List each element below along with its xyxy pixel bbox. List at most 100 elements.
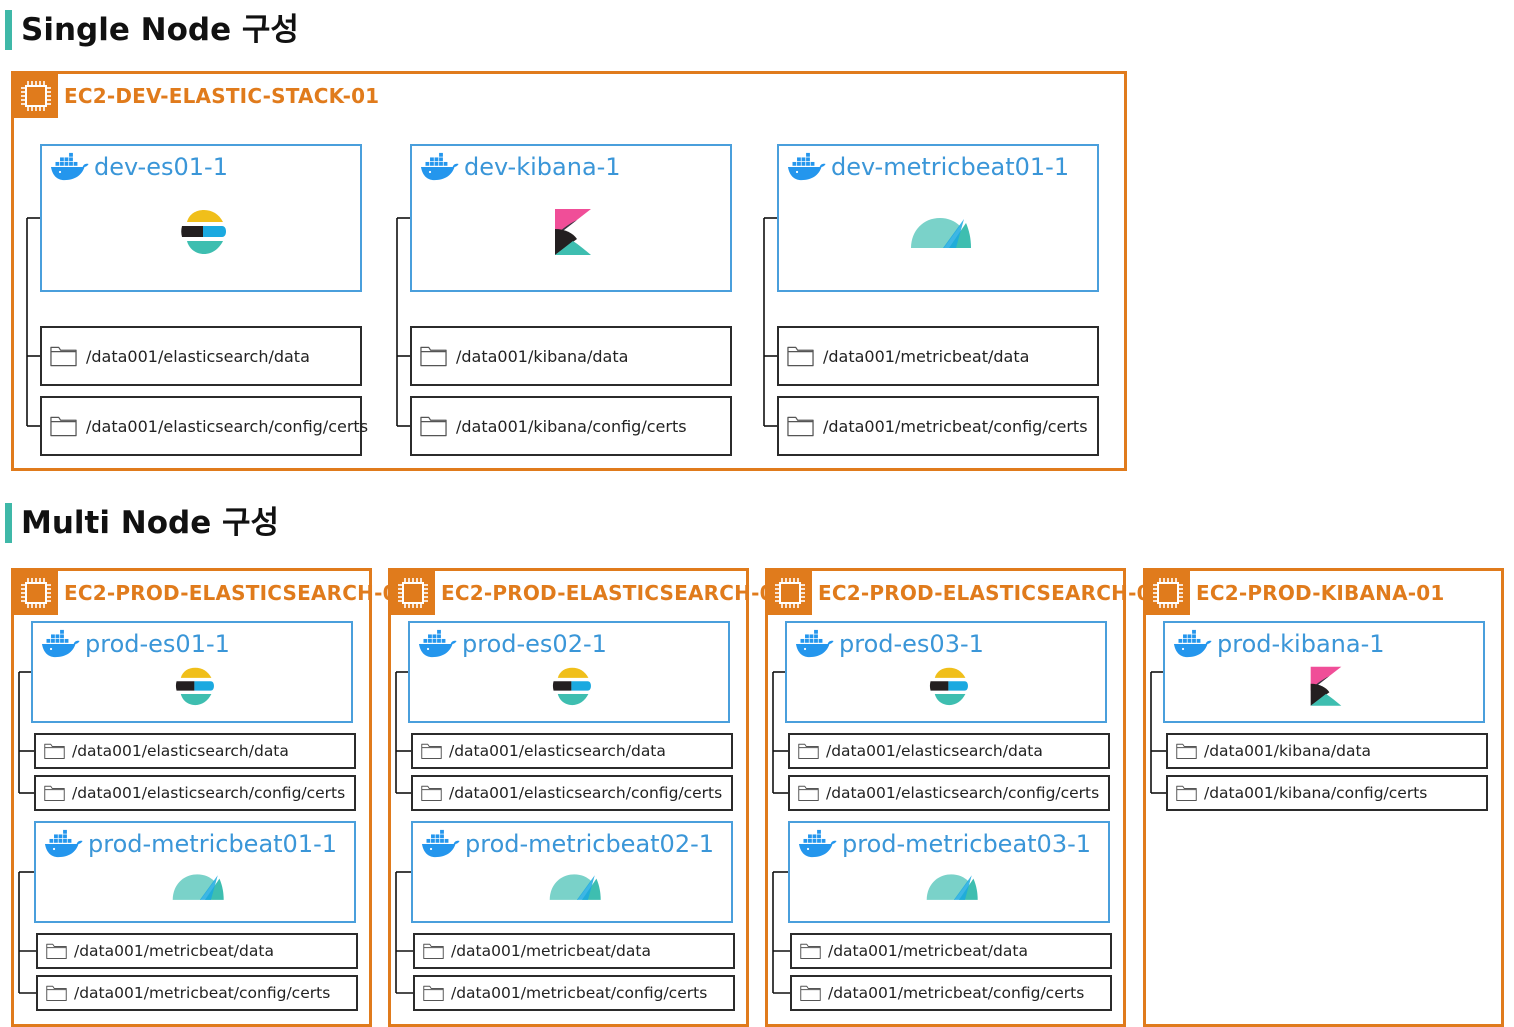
ec2-chip-icon	[1153, 578, 1183, 608]
docker-whale-icon	[418, 629, 457, 658]
container-logo	[553, 207, 593, 262]
kibana-icon	[1310, 666, 1342, 706]
docker-whale-icon	[44, 829, 83, 858]
docker-container: dev-metricbeat01-1	[777, 144, 1099, 292]
container-name: prod-es01-1	[85, 629, 230, 658]
ec2-chip-badge	[768, 571, 812, 615]
volume-path: /data001/metricbeat/config/certs	[823, 416, 1088, 436]
docker-container: prod-es02-1	[408, 621, 730, 723]
volume-path: /data001/metricbeat/config/certs	[828, 984, 1085, 1002]
volume-path: /data001/elasticsearch/config/certs	[72, 784, 346, 802]
folder-icon	[420, 346, 447, 367]
folder-icon	[800, 985, 821, 1001]
folder-icon	[44, 785, 65, 801]
ec2-chip-icon	[21, 81, 51, 111]
volume-path: /data001/elasticsearch/data	[72, 742, 289, 760]
ec2-chip-icon	[21, 578, 51, 608]
volume-path: /data001/elasticsearch/config/certs	[826, 784, 1100, 802]
volume-mount: /data001/kibana/data	[410, 326, 732, 386]
ec2-header: EC2-PROD-ELASTICSEARCH-02	[391, 571, 788, 615]
docker-container: prod-kibana-1	[1163, 621, 1485, 723]
folder-icon	[787, 346, 814, 367]
section-title-single: Single Node 구성	[5, 10, 299, 50]
container-logo	[179, 208, 227, 261]
container-header: dev-es01-1	[50, 152, 228, 181]
volume-mount: /data001/elasticsearch/config/certs	[411, 775, 733, 811]
volume-mount: /data001/metricbeat/config/certs	[413, 975, 735, 1011]
volume-path: /data001/kibana/config/certs	[1204, 784, 1428, 802]
volume-path: /data001/kibana/data	[456, 346, 629, 366]
volume-mount: /data001/elasticsearch/data	[34, 733, 356, 769]
container-name: prod-kibana-1	[1217, 629, 1385, 658]
docker-whale-icon	[50, 152, 89, 181]
container-name: prod-metricbeat02-1	[465, 829, 715, 858]
metricbeat-icon	[549, 874, 601, 900]
volume-mount: /data001/elasticsearch/data	[40, 326, 362, 386]
volume-path: /data001/kibana/config/certs	[456, 416, 687, 436]
volume-mount: /data001/elasticsearch/config/certs	[40, 396, 368, 456]
volume-mount: /data001/elasticsearch/data	[411, 733, 733, 769]
volume-path: /data001/metricbeat/data	[823, 346, 1030, 366]
ec2-instance-name: EC2-PROD-ELASTICSEARCH-01	[64, 581, 411, 605]
folder-icon	[800, 943, 821, 959]
volume-path: /data001/metricbeat/data	[74, 942, 274, 960]
container-name: dev-metricbeat01-1	[831, 152, 1070, 181]
volume-mount: /data001/metricbeat/config/certs	[790, 975, 1112, 1011]
container-logo	[171, 871, 224, 907]
volume-mount: /data001/metricbeat/data	[777, 326, 1099, 386]
volume-mount: /data001/kibana/data	[1166, 733, 1488, 769]
docker-whale-icon	[798, 829, 837, 858]
volume-mount: /data001/metricbeat/data	[36, 933, 358, 969]
container-header: prod-kibana-1	[1173, 629, 1385, 658]
container-logo	[925, 871, 978, 907]
section-title-multi: Multi Node 구성	[5, 503, 279, 543]
ec2-chip-icon	[398, 578, 428, 608]
container-logo	[174, 666, 215, 712]
volume-path: /data001/kibana/data	[1204, 742, 1372, 760]
volume-mount: /data001/metricbeat/data	[790, 933, 1112, 969]
folder-icon	[50, 416, 77, 437]
container-name: dev-es01-1	[94, 152, 228, 181]
container-header: prod-metricbeat03-1	[798, 829, 1091, 858]
docker-container: prod-metricbeat03-1	[788, 821, 1110, 923]
volume-mount: /data001/elasticsearch/data	[788, 733, 1110, 769]
docker-whale-icon	[41, 629, 80, 658]
docker-container: dev-kibana-1	[410, 144, 732, 292]
folder-icon	[46, 943, 67, 959]
container-header: prod-metricbeat01-1	[44, 829, 337, 858]
container-logo	[548, 871, 601, 907]
docker-container: prod-es01-1	[31, 621, 353, 723]
volume-mount: /data001/metricbeat/config/certs	[36, 975, 358, 1011]
folder-icon	[420, 416, 447, 437]
volume-mount: /data001/metricbeat/data	[413, 933, 735, 969]
ec2-instance-name: EC2-DEV-ELASTIC-STACK-01	[64, 84, 380, 108]
metricbeat-icon	[172, 874, 224, 900]
ec2-instance-name: EC2-PROD-ELASTICSEARCH-03	[818, 581, 1165, 605]
container-header: prod-es02-1	[418, 629, 607, 658]
volume-path: /data001/elasticsearch/data	[449, 742, 666, 760]
metricbeat-icon	[911, 218, 971, 248]
container-header: dev-kibana-1	[420, 152, 621, 181]
volume-path: /data001/elasticsearch/config/certs	[86, 416, 369, 436]
container-header: prod-es03-1	[795, 629, 984, 658]
folder-icon	[423, 943, 444, 959]
container-header: dev-metricbeat01-1	[787, 152, 1069, 181]
container-name: prod-metricbeat03-1	[842, 829, 1092, 858]
container-name: dev-kibana-1	[464, 152, 621, 181]
kibana-icon	[555, 209, 591, 255]
volume-path: /data001/elasticsearch/config/certs	[449, 784, 723, 802]
container-header: prod-metricbeat02-1	[421, 829, 714, 858]
ec2-header: EC2-PROD-KIBANA-01	[1146, 571, 1445, 615]
ec2-header: EC2-DEV-ELASTIC-STACK-01	[14, 74, 379, 118]
folder-icon	[44, 743, 65, 759]
ec2-instance-name: EC2-PROD-KIBANA-01	[1196, 581, 1445, 605]
docker-whale-icon	[787, 152, 826, 181]
ec2-chip-badge	[14, 74, 58, 118]
docker-container: prod-es03-1	[785, 621, 1107, 723]
folder-icon	[787, 416, 814, 437]
volume-mount: /data001/elasticsearch/config/certs	[34, 775, 356, 811]
folder-icon	[50, 346, 77, 367]
folder-icon	[421, 785, 442, 801]
volume-path: /data001/metricbeat/data	[828, 942, 1028, 960]
elasticsearch-icon	[929, 667, 968, 706]
